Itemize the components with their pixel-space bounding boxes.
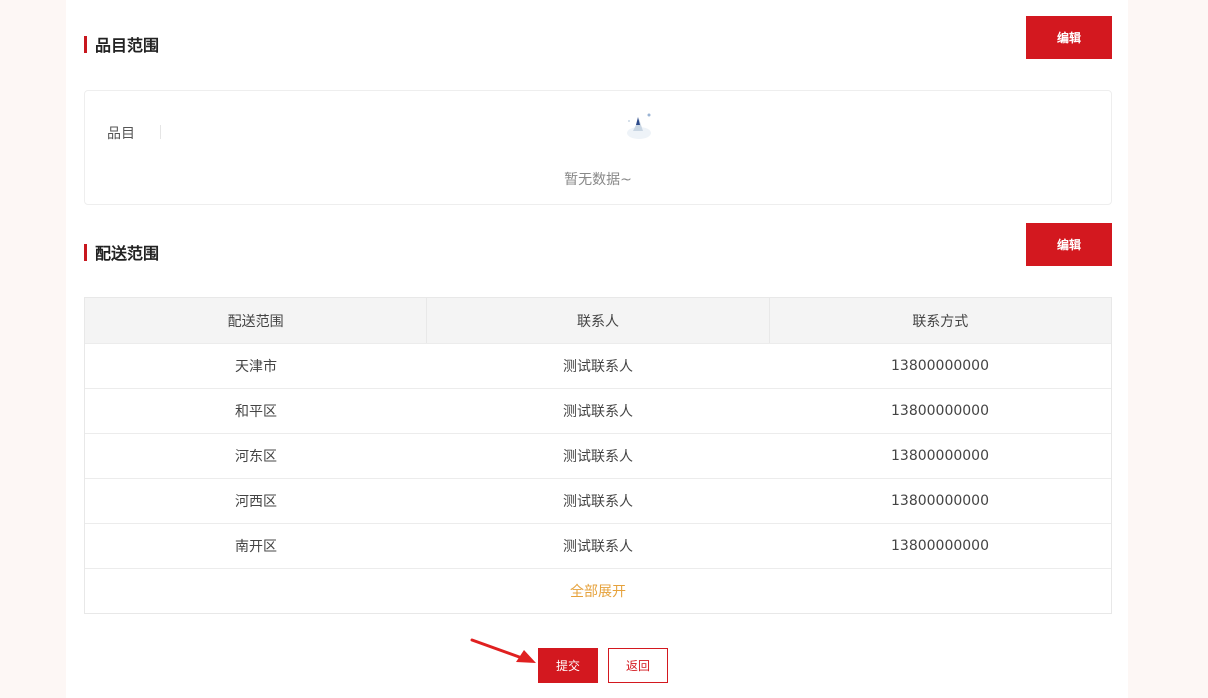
table-cell: 河西区: [235, 494, 277, 510]
table-cell: 河东区: [235, 449, 277, 465]
delivery-table: 配送范围 联系人 联系方式 天津市 测试联系人 13800000000 和平区 …: [84, 297, 1112, 614]
title-accent-bar: [84, 243, 87, 261]
table-cell: 测试联系人: [563, 494, 633, 510]
table-header-row: 配送范围 联系人 联系方式: [85, 298, 1111, 343]
column-header: 联系人: [426, 298, 768, 343]
table-cell: 13800000000: [891, 538, 989, 554]
empty-data-icon: [627, 113, 651, 139]
delivery-section-title: 配送范围: [84, 242, 160, 263]
category-title-text: 品目范围: [95, 36, 160, 55]
table-row: 和平区 测试联系人 13800000000: [85, 388, 1111, 433]
table-row: 河西区 测试联系人 13800000000: [85, 478, 1111, 523]
submit-button[interactable]: 提交: [538, 648, 598, 683]
red-pointer-arrow-icon: [470, 638, 536, 663]
table-cell: 天津市: [235, 359, 277, 375]
category-section-title: 品目范围: [84, 34, 160, 55]
table-cell: 测试联系人: [563, 404, 633, 420]
expand-all-link[interactable]: 全部展开: [85, 568, 1111, 613]
empty-data-text: 暂无数据~: [564, 172, 632, 188]
table-cell: 测试联系人: [563, 449, 633, 465]
column-header: 配送范围: [227, 313, 284, 330]
delivery-title-text: 配送范围: [95, 244, 160, 263]
table-row: 河东区 测试联系人 13800000000: [85, 433, 1111, 478]
column-header: 联系方式: [768, 298, 1111, 343]
table-cell: 南开区: [235, 539, 277, 555]
table-cell: 测试联系人: [563, 539, 633, 555]
table-cell: 测试联系人: [563, 359, 633, 375]
table-row: 天津市 测试联系人 13800000000: [85, 343, 1111, 388]
table-cell: 13800000000: [891, 448, 989, 464]
category-label-divider: [160, 125, 161, 139]
table-cell: 13800000000: [891, 493, 989, 509]
delivery-edit-button[interactable]: 编辑: [1026, 223, 1112, 266]
title-accent-bar: [84, 35, 87, 53]
table-cell: 13800000000: [891, 403, 989, 419]
table-row: 南开区 测试联系人 13800000000: [85, 523, 1111, 568]
table-cell: 和平区: [235, 404, 277, 420]
category-field-label: 品目: [107, 126, 135, 142]
category-box: 品目 暂无数据~: [84, 90, 1112, 205]
back-button[interactable]: 返回: [608, 648, 668, 683]
table-cell: 13800000000: [891, 358, 989, 374]
category-edit-button[interactable]: 编辑: [1026, 16, 1112, 59]
